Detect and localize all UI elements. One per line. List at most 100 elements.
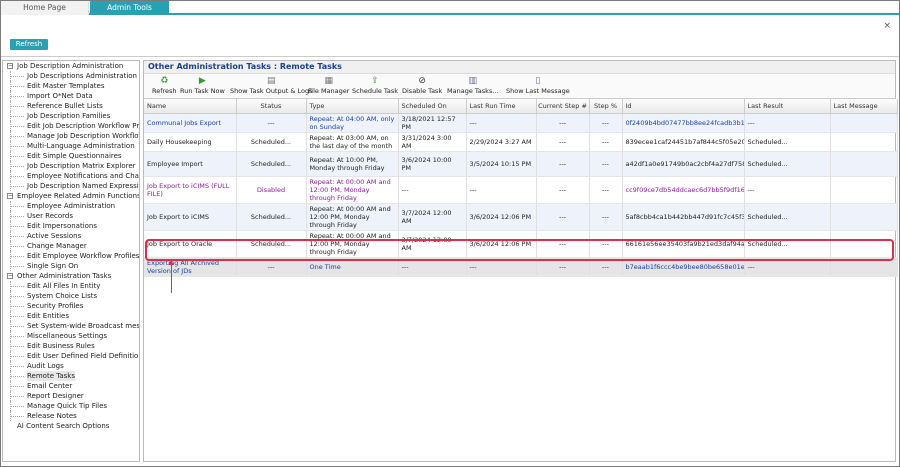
tree-item[interactable]: Active Sessions — [3, 231, 139, 241]
toolbar-button[interactable]: ▯ Show Last Message — [506, 76, 570, 96]
table-row[interactable]: Daily Housekeeping Scheduled... Repeat: At… — [144, 132, 898, 152]
cell-id: 839ecee1caf24451b7af844c5f05e206 — [622, 132, 745, 152]
tree-node-label: Edit Simple Questionnaires — [27, 152, 122, 160]
tree-node-label: Employee Related Admin Functions — [17, 192, 140, 200]
tree-item[interactable]: Edit Master Templates — [3, 81, 139, 91]
toolbar-button[interactable]: ⇪ Schedule Task — [352, 76, 398, 96]
tree-item[interactable]: Edit Impersonations — [3, 221, 139, 231]
column-header[interactable]: Last Message — [830, 99, 898, 114]
top-tab-bar: Home Page Admin Tools — [1, 1, 899, 15]
column-header[interactable]: Status — [236, 99, 307, 114]
play-icon: ▶ — [198, 76, 206, 86]
table-row[interactable]: Communal Jobs Export --- Repeat: At 04:00 … — [144, 113, 898, 133]
cell-type: Repeat: At 00:00 AM and 12:00 PM, Monday… — [306, 203, 399, 231]
table-row[interactable]: Job Export to iCIMS Scheduled... Repeat: A… — [144, 203, 898, 231]
table-row[interactable]: Employee Import Scheduled... Repeat: At 10… — [144, 151, 898, 177]
toolbar-button[interactable]: ⊘ Disable Task — [402, 76, 442, 96]
column-header[interactable]: Scheduled On — [398, 99, 467, 114]
table-row[interactable]: Job Export to iCIMS (FULL FILE) Disabled R… — [144, 176, 898, 204]
tree-item[interactable]: Edit Simple Questionnaires — [3, 151, 139, 161]
cell-status: Scheduled... — [236, 203, 307, 231]
schedule-icon: ⇪ — [371, 76, 379, 86]
column-header[interactable]: Last Run Time — [466, 99, 537, 114]
collapse-icon[interactable]: − — [7, 63, 13, 69]
close-icon[interactable]: × — [883, 21, 891, 31]
arrow-annotation — [171, 261, 172, 293]
cell-current-step: --- — [536, 151, 590, 177]
tree-item[interactable]: User Records — [3, 211, 139, 221]
tree-item[interactable]: Report Designer — [3, 391, 139, 401]
admin-tree-sidebar: − Job Description Administration Job Descr… — [2, 60, 140, 462]
tree-item[interactable]: Edit Employee Workflow Profiles — [3, 251, 139, 261]
tree-item[interactable]: Change Manager — [3, 241, 139, 251]
tree-node-label: Reference Bullet Lists — [27, 102, 103, 110]
tree-node-label: Job Description Administration — [17, 62, 124, 70]
cell-last-message — [830, 113, 898, 133]
tree-group[interactable]: − Other Administration Tasks — [3, 271, 139, 281]
tree-item[interactable]: Email Center — [3, 381, 139, 391]
toolbar-button[interactable]: ▶ Run Task Now — [180, 76, 225, 96]
column-header[interactable]: Name — [144, 99, 237, 114]
cell-last-result: Scheduled... — [744, 132, 831, 152]
tree-node-label: Edit Entities — [27, 312, 69, 320]
tree-item[interactable]: Manage Job Description Workflows — [3, 131, 139, 141]
column-header[interactable]: Current Step # — [536, 99, 590, 114]
tree-item[interactable]: Edit Business Rules — [3, 341, 139, 351]
tree-item[interactable]: Audit Logs — [3, 361, 139, 371]
collapse-icon[interactable]: − — [7, 273, 13, 279]
cell-last-result: --- — [744, 113, 831, 133]
tree-item[interactable]: Remote Tasks — [3, 371, 139, 381]
cell-step-pct: --- — [589, 113, 623, 133]
tree-item[interactable]: Set System-wide Broadcast message — [3, 321, 139, 331]
tree-item-ai-content-search[interactable]: AI Content Search Options — [3, 421, 139, 431]
tree-item[interactable]: Reference Bullet Lists — [3, 101, 139, 111]
cell-last-result: Scheduled... — [744, 151, 831, 177]
toolbar-button[interactable]: ▥ Manage Tasks... — [447, 76, 499, 96]
tree-group[interactable]: − Employee Related Admin Functions — [3, 191, 139, 201]
cell-last-message — [830, 151, 898, 177]
toolbar-button-label: Show Last Message — [506, 87, 570, 95]
tree-item[interactable]: Job Description Families — [3, 111, 139, 121]
tab-home-page[interactable]: Home Page — [1, 1, 89, 15]
refresh-button[interactable]: Refresh — [10, 39, 48, 50]
column-header[interactable]: Last Result — [744, 99, 831, 114]
collapse-icon[interactable]: − — [7, 193, 13, 199]
tree-item[interactable]: System Choice Lists — [3, 291, 139, 301]
cell-status: Disabled — [236, 176, 307, 204]
toolbar-button-label: Manage Tasks... — [447, 87, 499, 95]
tree-item[interactable]: Single Sign On — [3, 261, 139, 271]
tree-node-label: Import O*Net Data — [27, 92, 93, 100]
tab-admin-tools[interactable]: Admin Tools — [90, 1, 169, 15]
column-header[interactable]: Type — [306, 99, 399, 114]
tree-item[interactable]: Release Notes — [3, 411, 139, 421]
tree-node-label: Employee Administration — [27, 202, 116, 210]
toolbar-button[interactable]: ▦ File Manager — [308, 76, 349, 96]
cell-step-pct: --- — [589, 151, 623, 177]
cell-type: Repeat: At 03:00 AM, on the last day of … — [306, 132, 399, 152]
tree-item[interactable]: Manage Quick Tip Files — [3, 401, 139, 411]
tree-item[interactable]: Security Profiles — [3, 301, 139, 311]
cell-status: --- — [236, 113, 307, 133]
toolbar-button[interactable]: ▤ Show Task Output & Logs — [230, 76, 312, 96]
column-header[interactable]: Step % — [589, 99, 623, 114]
toolbar-button-label: Show Task Output & Logs — [230, 87, 313, 95]
tree-item[interactable]: Multi-Language Administration — [3, 141, 139, 151]
tree-item[interactable]: Edit User Defined Field Definitions — [3, 351, 139, 361]
tree-item[interactable]: Job Description Matrix Explorer — [3, 161, 139, 171]
tree-node-label: AI Content Search Options — [17, 422, 110, 430]
cell-id: 5af8cbb4ca1b442bb447d91fc7c45f39 — [622, 203, 745, 231]
tree-item[interactable]: Edit All Files In Entity — [3, 281, 139, 291]
tree-item[interactable]: Edit Entities — [3, 311, 139, 321]
column-header[interactable]: Id — [622, 99, 745, 114]
tree-group[interactable]: − Job Description Administration — [3, 61, 139, 71]
tree-item[interactable]: Miscellaneous Settings — [3, 331, 139, 341]
tree-item[interactable]: Edit Job Description Workflow Profiles — [3, 121, 139, 131]
tree-item[interactable]: Employee Administration — [3, 201, 139, 211]
toolbar-button[interactable]: ♻ Refresh — [152, 76, 177, 96]
toolbar-button-label: Disable Task — [402, 87, 443, 95]
tree-item[interactable]: Employee Notifications and Change Reques… — [3, 171, 139, 181]
tree-item[interactable]: Job Descriptions Administration — [3, 71, 139, 81]
tree-item[interactable]: Job Description Named Expressions — [3, 181, 139, 191]
cell-last-result: Scheduled... — [744, 203, 831, 231]
tree-item[interactable]: Import O*Net Data — [3, 91, 139, 101]
